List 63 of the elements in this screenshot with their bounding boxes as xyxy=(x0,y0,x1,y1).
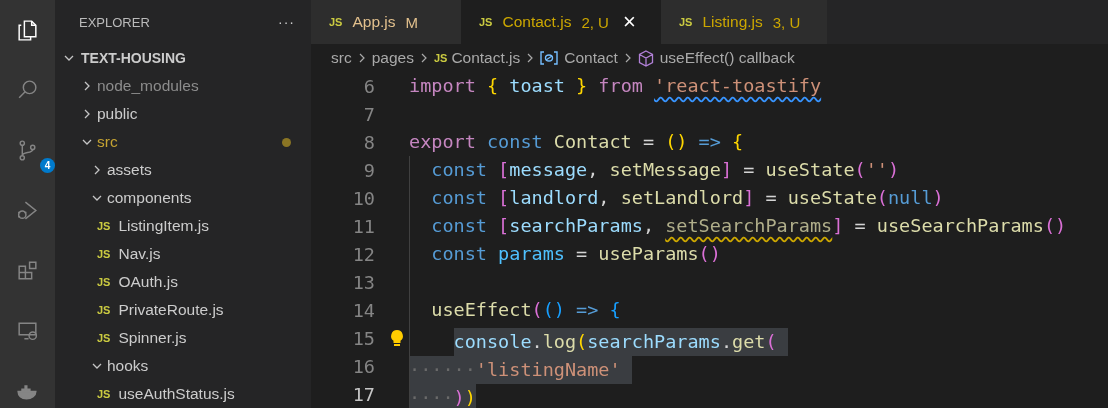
variable-icon xyxy=(540,51,559,65)
code-line: const params = useParams() xyxy=(430,242,721,266)
line-number: 13 xyxy=(352,271,375,293)
count-badge: 4 xyxy=(40,158,55,173)
lightbulb-icon[interactable] xyxy=(390,328,404,347)
line-number: 9 xyxy=(363,159,375,181)
tree-item[interactable]: JS PrivateRoute.js xyxy=(55,296,311,324)
editor-tab[interactable]: JS Listing.js 3, U xyxy=(661,0,827,44)
editor-tab[interactable]: JS App.js M xyxy=(311,0,461,44)
tree-item[interactable]: components xyxy=(55,184,311,212)
line-number: 10 xyxy=(352,187,375,209)
editor-tab[interactable]: JS Contact.js 2, U × xyxy=(461,0,661,44)
file-type-icon: JS xyxy=(329,16,343,28)
close-icon[interactable]: × xyxy=(622,11,636,33)
tree-item[interactable]: hooks xyxy=(55,352,311,380)
code-line: const [message, setMessage] = useState('') xyxy=(430,158,900,182)
chevron-icon xyxy=(357,52,366,64)
line-number: 16 xyxy=(352,355,375,377)
breadcrumb-item[interactable]: src xyxy=(331,49,352,67)
tree-item[interactable]: JS Nav.js xyxy=(55,240,311,268)
code-line: export const Contact = () => { xyxy=(409,130,744,154)
cube-icon xyxy=(637,49,654,67)
code-line: useEffect(() => { xyxy=(430,298,621,322)
file-type-icon: JS xyxy=(97,332,111,344)
code-line: const [searchParams, setSearchParams] = useSearchParams() xyxy=(430,214,1067,238)
file-type-icon: JS xyxy=(679,16,693,28)
breadcrumb-item[interactable]: pages xyxy=(371,49,414,67)
code-line: import { toast } from 'react-toastify xyxy=(409,74,822,98)
breadcrumb-item[interactable]: Contact.js xyxy=(451,49,521,67)
file-type-icon: JS xyxy=(97,304,111,316)
tree-item[interactable]: TEXT-HOUSING xyxy=(55,44,311,72)
chevron-icon xyxy=(526,52,535,64)
tree-item[interactable]: JS ListingItem.js xyxy=(55,212,311,240)
chevron-icon xyxy=(623,52,632,64)
line-number: 15 xyxy=(352,327,375,349)
file-type-icon: JS xyxy=(433,52,448,64)
breadcrumb-item[interactable]: Contact xyxy=(564,49,618,67)
tree-item[interactable]: node_modules xyxy=(55,72,311,100)
files-icon[interactable] xyxy=(15,17,40,43)
file-type-icon: JS xyxy=(97,388,111,400)
tree-item[interactable]: JS Spinner.js xyxy=(55,324,311,352)
file-type-icon: JS xyxy=(97,248,111,260)
tree-item[interactable]: src xyxy=(55,128,311,156)
code-line: const [landlord, setLandlord] = useState(null) xyxy=(430,186,944,210)
tree-item[interactable]: JS OAuth.js xyxy=(55,268,311,296)
line-number: 12 xyxy=(352,243,375,265)
line-number: 7 xyxy=(363,103,375,125)
code-line: console.log(searchParams.get( xyxy=(409,320,788,356)
panel-title: EXPLORER xyxy=(79,14,150,30)
tree-item[interactable]: JS useAuthStatus.js xyxy=(55,380,311,408)
line-number: 6 xyxy=(363,75,375,97)
line-number: 17 xyxy=(352,383,375,405)
line-number: 14 xyxy=(352,299,375,321)
file-type-icon: JS xyxy=(97,276,111,288)
more-actions-button[interactable]: ··· xyxy=(278,14,295,30)
tree-item[interactable]: public xyxy=(55,100,311,128)
file-type-icon: JS xyxy=(479,16,493,28)
chevron-icon xyxy=(419,52,428,64)
line-number: 11 xyxy=(352,215,375,237)
tree-item[interactable]: assets xyxy=(55,156,311,184)
line-number: 8 xyxy=(363,131,375,153)
breadcrumb-item[interactable]: useEffect() callback xyxy=(659,49,795,67)
file-type-icon: JS xyxy=(97,220,111,232)
